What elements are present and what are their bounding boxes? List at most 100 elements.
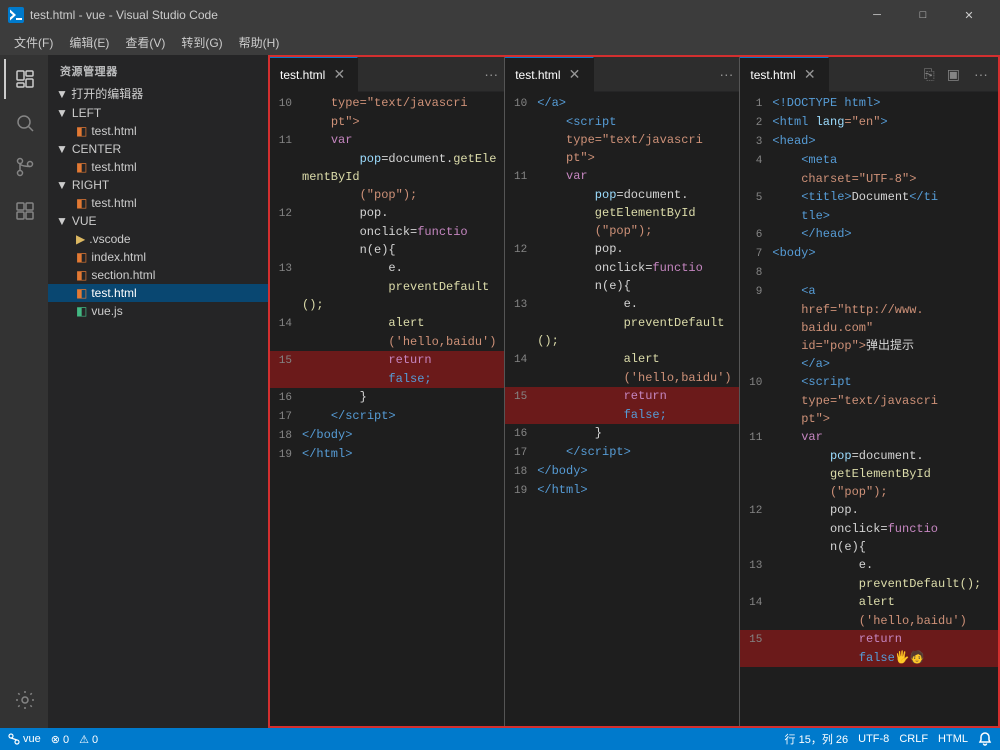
window-controls[interactable]: ─ □ ✕ — [854, 0, 992, 30]
code-line: n(e){ — [740, 538, 998, 556]
code-line: 10 type="text/javascri — [270, 94, 504, 113]
code-line: 13 e. — [270, 259, 504, 278]
code-line: </a> — [740, 355, 998, 373]
code-line: 11 var — [740, 428, 998, 447]
code-line: 13 e. — [740, 556, 998, 575]
vue-label: VUE — [72, 214, 97, 228]
open-editors-label: ▼ 打开的编辑器 — [56, 85, 143, 102]
titlebar-left: test.html - vue - Visual Studio Code — [8, 7, 218, 23]
code-line: pt"> — [270, 113, 504, 131]
menu-view[interactable]: 查看(V) — [117, 32, 173, 53]
code-line: 19</html> — [270, 445, 504, 464]
warning-count[interactable]: ⚠ 0 — [79, 733, 98, 746]
eol[interactable]: CRLF — [899, 733, 928, 745]
extensions-icon[interactable] — [4, 191, 44, 231]
split-editor-icon[interactable]: ⎘ — [920, 64, 939, 85]
editor-area: test.html ✕ ··· 10 type="text/javascri p… — [268, 55, 1000, 728]
sidebar-group-left[interactable]: ▼ LEFT — [48, 104, 268, 122]
encoding[interactable]: UTF-8 — [858, 733, 889, 745]
code-line: pop=document. — [505, 186, 739, 204]
tab-more-1[interactable]: ··· — [478, 66, 504, 82]
code-line: 3<head> — [740, 132, 998, 151]
tab-close-icon[interactable]: ✕ — [802, 67, 818, 83]
file-icon: ◧ — [76, 304, 87, 318]
menubar: 文件(F) 编辑(E) 查看(V) 转到(G) 帮助(H) — [0, 30, 1000, 55]
settings-icon[interactable] — [4, 680, 44, 720]
explorer-icon[interactable] — [4, 59, 44, 99]
code-line: 16 } — [270, 388, 504, 407]
code-line: ("pop"); — [740, 483, 998, 501]
code-line: 10</a> — [505, 94, 739, 113]
main-container: 资源管理器 ▼ 打开的编辑器 ▼ LEFT ◧ test.html ▼ CENT… — [0, 55, 1000, 728]
code-line: 9 <a — [740, 282, 998, 301]
tab-close-icon[interactable]: ✕ — [331, 67, 347, 83]
code-editor-3[interactable]: 1<!DOCTYPE html> 2<html lang="en"> 3<hea… — [740, 92, 998, 726]
code-line: 2<html lang="en"> — [740, 113, 998, 132]
search-icon[interactable] — [4, 103, 44, 143]
notification-icon[interactable] — [978, 732, 992, 746]
sidebar: 资源管理器 ▼ 打开的编辑器 ▼ LEFT ◧ test.html ▼ CENT… — [48, 55, 268, 728]
close-button[interactable]: ✕ — [946, 0, 992, 30]
code-line: type="text/javascri — [740, 392, 998, 410]
toggle-sidebar-icon[interactable]: ▣ — [943, 64, 964, 85]
sidebar-item-vscode[interactable]: ▶ .vscode — [48, 230, 268, 248]
code-line: 17 </script> — [270, 407, 504, 426]
code-line: 18</body> — [270, 426, 504, 445]
code-line: 11 var — [505, 167, 739, 186]
cursor-position[interactable]: 行 15，列 26 — [785, 731, 849, 747]
menu-help[interactable]: 帮助(H) — [231, 32, 288, 53]
menu-edit[interactable]: 编辑(E) — [61, 32, 117, 53]
restore-button[interactable]: □ — [900, 0, 946, 30]
tab-2-testhtml[interactable]: test.html ✕ — [505, 57, 593, 92]
code-line-highlight: 15 return — [270, 351, 504, 370]
code-line: charset="UTF-8"> — [740, 170, 998, 188]
error-count[interactable]: ⊗ 0 — [51, 733, 69, 746]
sidebar-group-vue[interactable]: ▼ VUE — [48, 212, 268, 230]
sidebar-item-testhtml-active[interactable]: ◧ test.html — [48, 284, 268, 302]
source-control-status[interactable]: vue — [8, 733, 41, 745]
tab-more-2[interactable]: ··· — [713, 66, 739, 82]
code-line-highlight: 15 return — [505, 387, 739, 406]
language-mode[interactable]: HTML — [938, 733, 968, 745]
code-line: ("pop"); — [505, 222, 739, 240]
code-line: tle> — [740, 207, 998, 225]
sidebar-item-right-testhtml[interactable]: ◧ test.html — [48, 194, 268, 212]
code-line: preventDefault(); — [505, 314, 739, 350]
code-line-highlight: false; — [270, 370, 504, 388]
sidebar-item-indexhtml[interactable]: ◧ index.html — [48, 248, 268, 266]
open-editors-section[interactable]: ▼ 打开的编辑器 — [48, 83, 268, 104]
file-icon: ◧ — [76, 268, 87, 282]
sidebar-item-center-testhtml[interactable]: ◧ test.html — [48, 158, 268, 176]
statusbar-right: 行 15，列 26 UTF-8 CRLF HTML — [785, 731, 992, 747]
code-line: 12 pop. — [505, 240, 739, 259]
tab-bar-1: test.html ✕ ··· — [270, 57, 504, 92]
code-line-highlight: 15 return — [740, 630, 998, 649]
tab-more-3[interactable]: ··· — [968, 66, 994, 82]
sidebar-item-left-testhtml[interactable]: ◧ test.html — [48, 122, 268, 140]
file-icon: ◧ — [76, 160, 87, 174]
tab-label: test.html — [515, 68, 560, 82]
code-line: type="text/javascri — [505, 131, 739, 149]
minimize-button[interactable]: ─ — [854, 0, 900, 30]
editor-pane-3: test.html ✕ ⎘ ▣ ··· 1<!DOCTYPE html> 2<h… — [740, 57, 998, 726]
statusbar-left: vue ⊗ 0 ⚠ 0 — [8, 733, 98, 746]
code-editor-2[interactable]: 10</a> <script type="text/javascri pt"> … — [505, 92, 739, 726]
tab-3-testhtml[interactable]: test.html ✕ — [740, 57, 828, 92]
left-arrow-icon: ▼ — [56, 106, 68, 120]
sidebar-group-right[interactable]: ▼ RIGHT — [48, 176, 268, 194]
sidebar-item-vuejs[interactable]: ◧ vue.js — [48, 302, 268, 320]
tab-1-testhtml[interactable]: test.html ✕ — [270, 57, 358, 92]
right-label: RIGHT — [72, 178, 109, 192]
explorer-header: 资源管理器 — [48, 55, 268, 83]
code-editor-1[interactable]: 10 type="text/javascri pt"> 11 var pop=d… — [270, 92, 504, 726]
code-line: 19</html> — [505, 481, 739, 500]
tab-close-icon[interactable]: ✕ — [567, 67, 583, 83]
editor-pane-2: test.html ✕ ··· 10</a> <script type="tex… — [505, 57, 740, 726]
menu-file[interactable]: 文件(F) — [6, 32, 61, 53]
sidebar-item-sectionhtml[interactable]: ◧ section.html — [48, 266, 268, 284]
code-line: pop=document. — [740, 447, 998, 465]
code-line: onclick=functio — [270, 223, 504, 241]
source-control-icon[interactable] — [4, 147, 44, 187]
sidebar-group-center[interactable]: ▼ CENTER — [48, 140, 268, 158]
menu-goto[interactable]: 转到(G) — [173, 32, 230, 53]
